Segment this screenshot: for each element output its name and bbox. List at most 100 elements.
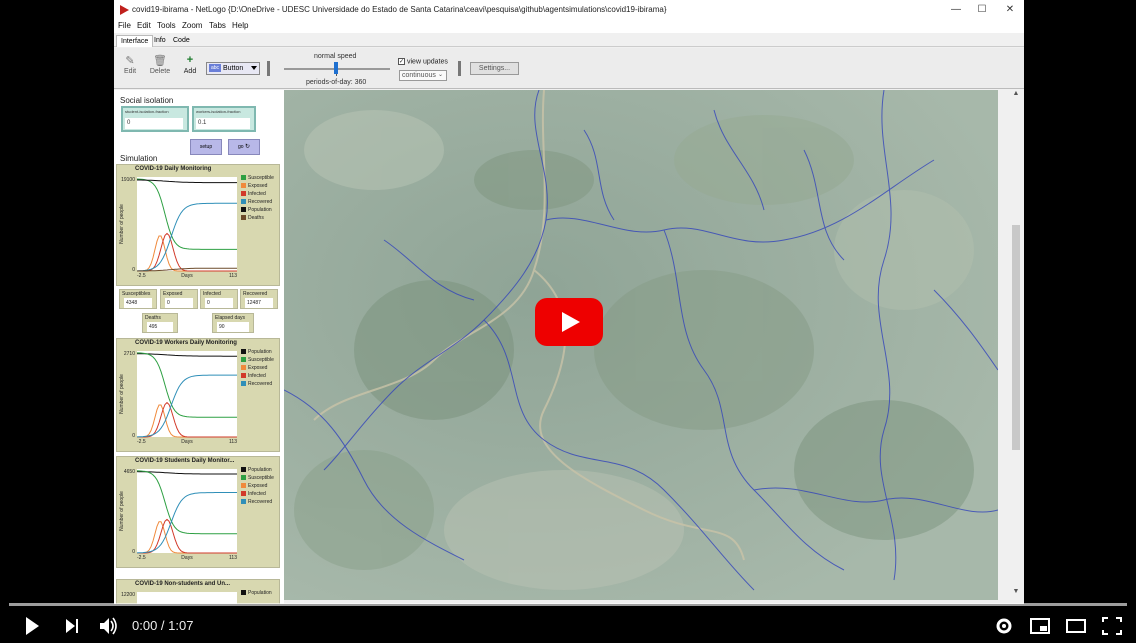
legend-swatch xyxy=(241,491,246,497)
y-axis-label: Number of people xyxy=(119,374,125,414)
legend-swatch xyxy=(241,467,246,473)
plot-area xyxy=(137,469,237,553)
theater-icon[interactable] xyxy=(1064,609,1088,643)
pencil-icon: ✎ xyxy=(125,55,135,67)
video-letterbox-left xyxy=(0,0,114,643)
y-max-label: 19100 xyxy=(121,177,135,183)
vertical-scrollbar[interactable]: ▲ ▼ xyxy=(1010,90,1022,600)
scrollbar-thumb[interactable] xyxy=(1012,225,1020,450)
world-view[interactable] xyxy=(284,90,998,600)
workers-isolation-value[interactable]: 0.1 xyxy=(196,118,250,129)
miniplayer-icon[interactable] xyxy=(1028,609,1052,643)
update-mode-select[interactable]: continuous ⌄ xyxy=(399,70,447,81)
tab-code[interactable]: Code xyxy=(169,35,194,47)
legend-label: Recovered xyxy=(248,381,273,387)
edit-button[interactable]: ✎ Edit xyxy=(116,54,144,75)
interface-toolbar: ✎ Edit 🗑 Delete + Add abc Button normal s… xyxy=(114,48,1024,89)
setup-button[interactable]: setup xyxy=(190,139,222,155)
minimize-button[interactable]: — xyxy=(942,0,970,20)
plot-area xyxy=(137,177,237,271)
menu-zoom[interactable]: Zoom xyxy=(182,21,202,30)
widget-type-select[interactable]: abc Button xyxy=(206,62,260,75)
x-min-label: -2.5 xyxy=(137,555,146,561)
x-min-label: -2.5 xyxy=(137,273,146,279)
x-max-label: 113 xyxy=(229,555,237,561)
students-daily-plot: COVID-19 Students Daily Monitor... 4650 0-… xyxy=(116,456,280,568)
satellite-map xyxy=(284,90,998,600)
exposed-monitor: Exposed 0 xyxy=(160,289,198,309)
menu-help[interactable]: Help xyxy=(232,21,248,30)
workers-isolation-input[interactable]: workers-isolation-fraction 0.1 xyxy=(192,106,256,132)
delete-button[interactable]: 🗑 Delete xyxy=(146,54,174,75)
menu-tools[interactable]: Tools xyxy=(157,21,176,30)
close-button[interactable]: ✕ xyxy=(996,0,1024,20)
delete-label: Delete xyxy=(149,68,171,75)
covid-daily-plot: COVID-19 Daily Monitoring 19100 0 -2.5 113 Da… xyxy=(116,164,280,286)
y-min-label: 0 xyxy=(132,433,135,439)
checkmark-icon: ✓ xyxy=(398,58,405,65)
window-title: covid19-ibirama - NetLogo {D:\OneDrive -… xyxy=(132,5,667,14)
student-isolation-input[interactable]: student-isolation-fraction 0 xyxy=(121,106,189,132)
legend-item: Population xyxy=(241,349,272,355)
monitor-label: Recovered xyxy=(243,291,268,297)
monitor-label: Susceptibles xyxy=(122,291,151,297)
play-icon[interactable] xyxy=(20,609,44,643)
video-letterbox-right xyxy=(1024,0,1136,643)
student-isolation-value[interactable]: 0 xyxy=(125,118,183,129)
forever-icon: ↻ xyxy=(244,144,250,150)
legend-item: Recovered xyxy=(241,499,272,505)
interface-panel: Social isolation student-isolation-fract… xyxy=(114,90,284,604)
edit-label: Edit xyxy=(123,68,137,75)
trash-icon: 🗑 xyxy=(153,55,167,67)
legend-swatch xyxy=(241,373,246,379)
legend-label: Exposed xyxy=(248,183,268,189)
legend-swatch xyxy=(241,199,246,205)
menu-tabs[interactable]: Tabs xyxy=(209,21,226,30)
legend-label: Population xyxy=(248,349,272,355)
legend-swatch xyxy=(241,357,246,363)
update-mode-value: continuous xyxy=(402,72,436,79)
monitor-value: 90 xyxy=(217,322,249,332)
legend-label: Population xyxy=(248,467,272,473)
youtube-play-button[interactable] xyxy=(535,298,603,346)
monitor-value: 0 xyxy=(205,298,233,308)
plus-icon: + xyxy=(186,54,194,66)
tab-info[interactable]: Info xyxy=(150,35,170,47)
add-button[interactable]: + Add xyxy=(176,54,204,75)
toolbar-separator xyxy=(458,61,461,76)
y-max-label: 12200 xyxy=(121,592,135,598)
legend-item: Susceptible xyxy=(241,357,274,363)
legend-label: Recovered xyxy=(248,199,273,205)
go-button[interactable]: go ↻ xyxy=(228,139,260,155)
menu-edit[interactable]: Edit xyxy=(137,21,151,30)
legend-swatch xyxy=(241,191,246,197)
monitor-value: 495 xyxy=(147,322,173,332)
deaths-monitor: Deaths 495 xyxy=(142,313,178,333)
go-label: go xyxy=(238,144,244,150)
tab-interface[interactable]: Interface xyxy=(116,35,154,47)
netlogo-logo-icon xyxy=(120,5,129,15)
scroll-up-icon[interactable]: ▲ xyxy=(1010,90,1022,102)
chevron-down-icon: ⌄ xyxy=(437,72,443,78)
play-icon xyxy=(562,312,580,332)
legend-swatch xyxy=(241,381,246,387)
legend-label: Exposed xyxy=(248,483,268,489)
legend-label: Susceptible xyxy=(248,357,274,363)
scroll-down-icon[interactable]: ▼ xyxy=(1010,588,1022,600)
settings-button[interactable]: Settings... xyxy=(470,62,519,75)
menu-file[interactable]: File xyxy=(118,21,131,30)
legend-item: Recovered xyxy=(241,381,272,387)
gear-icon[interactable] xyxy=(992,609,1016,643)
fullscreen-icon[interactable] xyxy=(1100,609,1124,643)
speed-slider-knob[interactable] xyxy=(334,62,338,74)
legend-swatch xyxy=(241,499,246,505)
legend-label: Infected xyxy=(248,491,266,497)
volume-icon[interactable] xyxy=(96,609,120,643)
elapsed-days-monitor: Elapsed days 90 xyxy=(212,313,254,333)
next-icon[interactable] xyxy=(60,609,84,643)
legend-swatch xyxy=(241,483,246,489)
infected-monitor: Infected 0 xyxy=(200,289,238,309)
view-updates-checkbox[interactable]: ✓ view updates xyxy=(398,58,448,65)
legend-item: Population xyxy=(241,590,272,596)
maximize-button[interactable]: ☐ xyxy=(968,0,996,20)
